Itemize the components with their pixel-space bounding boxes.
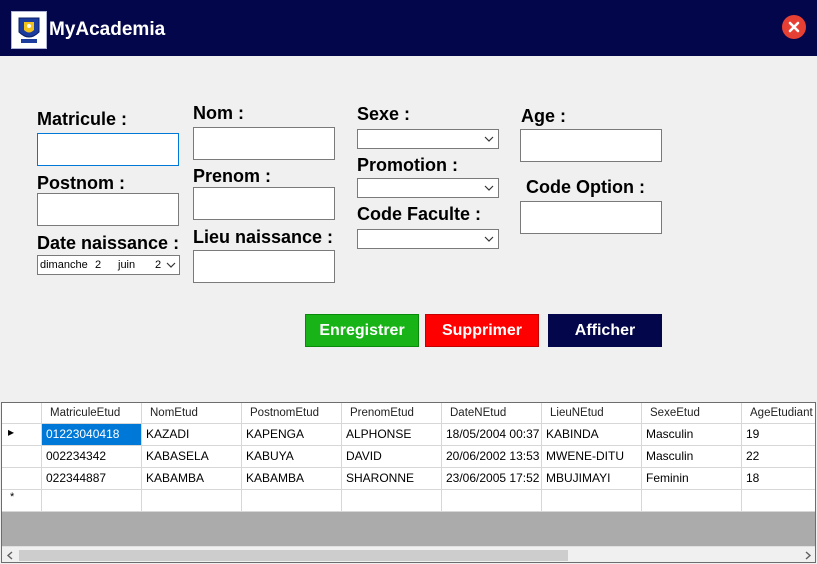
table-cell[interactable]: 22	[742, 446, 815, 468]
table-cell[interactable]: KABINDA	[542, 424, 642, 446]
table-cell[interactable]	[42, 490, 142, 512]
close-icon	[788, 21, 800, 33]
table-cell[interactable]	[242, 490, 342, 512]
table-row[interactable]: ▸ 01223040418 KAZADI KAPENGA ALPHONSE 18…	[2, 424, 815, 446]
table-cell[interactable]	[442, 490, 542, 512]
table-cell[interactable]: KABAMBA	[142, 468, 242, 490]
chevron-down-icon	[484, 236, 494, 242]
table-cell[interactable]: 022344887	[42, 468, 142, 490]
nom-input[interactable]	[193, 127, 335, 160]
table-cell[interactable]: 23/06/2005 17:52	[442, 468, 542, 490]
date-naissance-picker[interactable]: dimanche 2 juin 2	[37, 255, 180, 275]
table-cell[interactable]: 20/06/2002 13:53	[442, 446, 542, 468]
row-header[interactable]: ▸	[2, 424, 42, 446]
current-row-indicator: ▸	[8, 425, 15, 439]
save-button[interactable]: Enregistrer	[305, 314, 419, 347]
chevron-down-icon	[484, 136, 494, 142]
new-row-indicator: *	[10, 491, 15, 503]
column-header[interactable]: PrenomEtud	[342, 403, 442, 424]
table-cell[interactable]	[742, 490, 815, 512]
title-bar: MyAcademia	[0, 0, 817, 56]
table-cell[interactable]: DAVID	[342, 446, 442, 468]
table-row[interactable]: 002234342 KABASELA KABUYA DAVID 20/06/20…	[2, 446, 815, 468]
table-cell[interactable]: 19	[742, 424, 815, 446]
table-cell[interactable]: ALPHONSE	[342, 424, 442, 446]
code-faculte-select[interactable]	[357, 229, 499, 249]
date-day-name: dimanche	[40, 259, 88, 271]
postnom-input[interactable]	[37, 193, 179, 226]
delete-button[interactable]: Supprimer	[425, 314, 539, 347]
table-cell[interactable]: 002234342	[42, 446, 142, 468]
table-cell[interactable]: KABAMBA	[242, 468, 342, 490]
column-header[interactable]: PostnomEtud	[242, 403, 342, 424]
column-header[interactable]: AgeEtudiant	[742, 403, 815, 424]
column-header[interactable]: SexeEtud	[642, 403, 742, 424]
date-month: juin	[118, 259, 136, 271]
university-crest-icon	[11, 11, 47, 49]
promotion-label: Promotion :	[357, 155, 458, 175]
table-cell[interactable]	[642, 490, 742, 512]
column-header[interactable]: MatriculeEtud	[42, 403, 142, 424]
prenom-input[interactable]	[193, 187, 335, 220]
table-cell[interactable]: MWENE-DITU	[542, 446, 642, 468]
chevron-down-icon	[166, 262, 176, 268]
new-row[interactable]: *	[2, 490, 815, 512]
date-day: 2	[95, 259, 102, 271]
column-header[interactable]: DateNEtud	[442, 403, 542, 424]
table-cell[interactable]: KAPENGA	[242, 424, 342, 446]
age-input[interactable]	[520, 129, 662, 162]
table-cell[interactable]: 18	[742, 468, 815, 490]
table-cell[interactable]: MBUJIMAYI	[542, 468, 642, 490]
show-button[interactable]: Afficher	[548, 314, 662, 347]
date-naissance-label: Date naissance :	[37, 233, 180, 253]
postnom-label: Postnom :	[37, 173, 125, 193]
row-header-corner	[2, 403, 42, 424]
table-cell[interactable]	[142, 490, 242, 512]
code-option-label: Code Option :	[526, 177, 645, 197]
table-cell[interactable]	[342, 490, 442, 512]
column-header[interactable]: LieuNEtud	[542, 403, 642, 424]
age-label: Age :	[521, 106, 566, 126]
table-cell[interactable]: KABASELA	[142, 446, 242, 468]
nom-label: Nom :	[193, 103, 244, 123]
matricule-label: Matricule :	[37, 109, 128, 129]
date-year: 2	[155, 259, 162, 271]
row-header[interactable]	[2, 446, 42, 468]
code-option-input[interactable]	[520, 201, 662, 234]
table-row[interactable]: 022344887 KABAMBA KABAMBA SHARONNE 23/06…	[2, 468, 815, 490]
table-cell[interactable]: SHARONNE	[342, 468, 442, 490]
app-title: MyAcademia	[49, 19, 166, 40]
table-cell[interactable]	[542, 490, 642, 512]
horizontal-scrollbar[interactable]	[2, 546, 815, 562]
chevron-down-icon	[484, 185, 494, 191]
chevron-left-icon[interactable]	[6, 551, 14, 560]
lieu-naissance-input[interactable]	[193, 250, 335, 283]
table-cell[interactable]: 18/05/2004 00:37	[442, 424, 542, 446]
lieu-naissance-label: Lieu naissance :	[193, 227, 334, 247]
sexe-label: Sexe :	[357, 104, 411, 124]
table-cell[interactable]: Masculin	[642, 424, 742, 446]
sexe-select[interactable]	[357, 129, 499, 149]
table-cell[interactable]: KAZADI	[142, 424, 242, 446]
table-cell[interactable]: Feminin	[642, 468, 742, 490]
table-cell[interactable]: Masculin	[642, 446, 742, 468]
table-cell[interactable]: KABUYA	[242, 446, 342, 468]
code-faculte-label: Code Faculte :	[357, 204, 482, 224]
promotion-select[interactable]	[357, 178, 499, 198]
chevron-right-icon[interactable]	[804, 551, 812, 560]
close-button[interactable]	[782, 15, 806, 39]
scrollbar-thumb[interactable]	[19, 550, 568, 561]
row-header[interactable]	[2, 468, 42, 490]
students-grid[interactable]: MatriculeEtud NomEtud PostnomEtud Prenom…	[1, 402, 816, 563]
prenom-label: Prenom :	[193, 166, 272, 186]
column-header[interactable]: NomEtud	[142, 403, 242, 424]
matricule-input[interactable]	[37, 133, 179, 166]
row-header[interactable]: *	[2, 490, 42, 512]
table-cell[interactable]: 01223040418	[42, 424, 142, 446]
grid-header-row: MatriculeEtud NomEtud PostnomEtud Prenom…	[2, 403, 815, 424]
